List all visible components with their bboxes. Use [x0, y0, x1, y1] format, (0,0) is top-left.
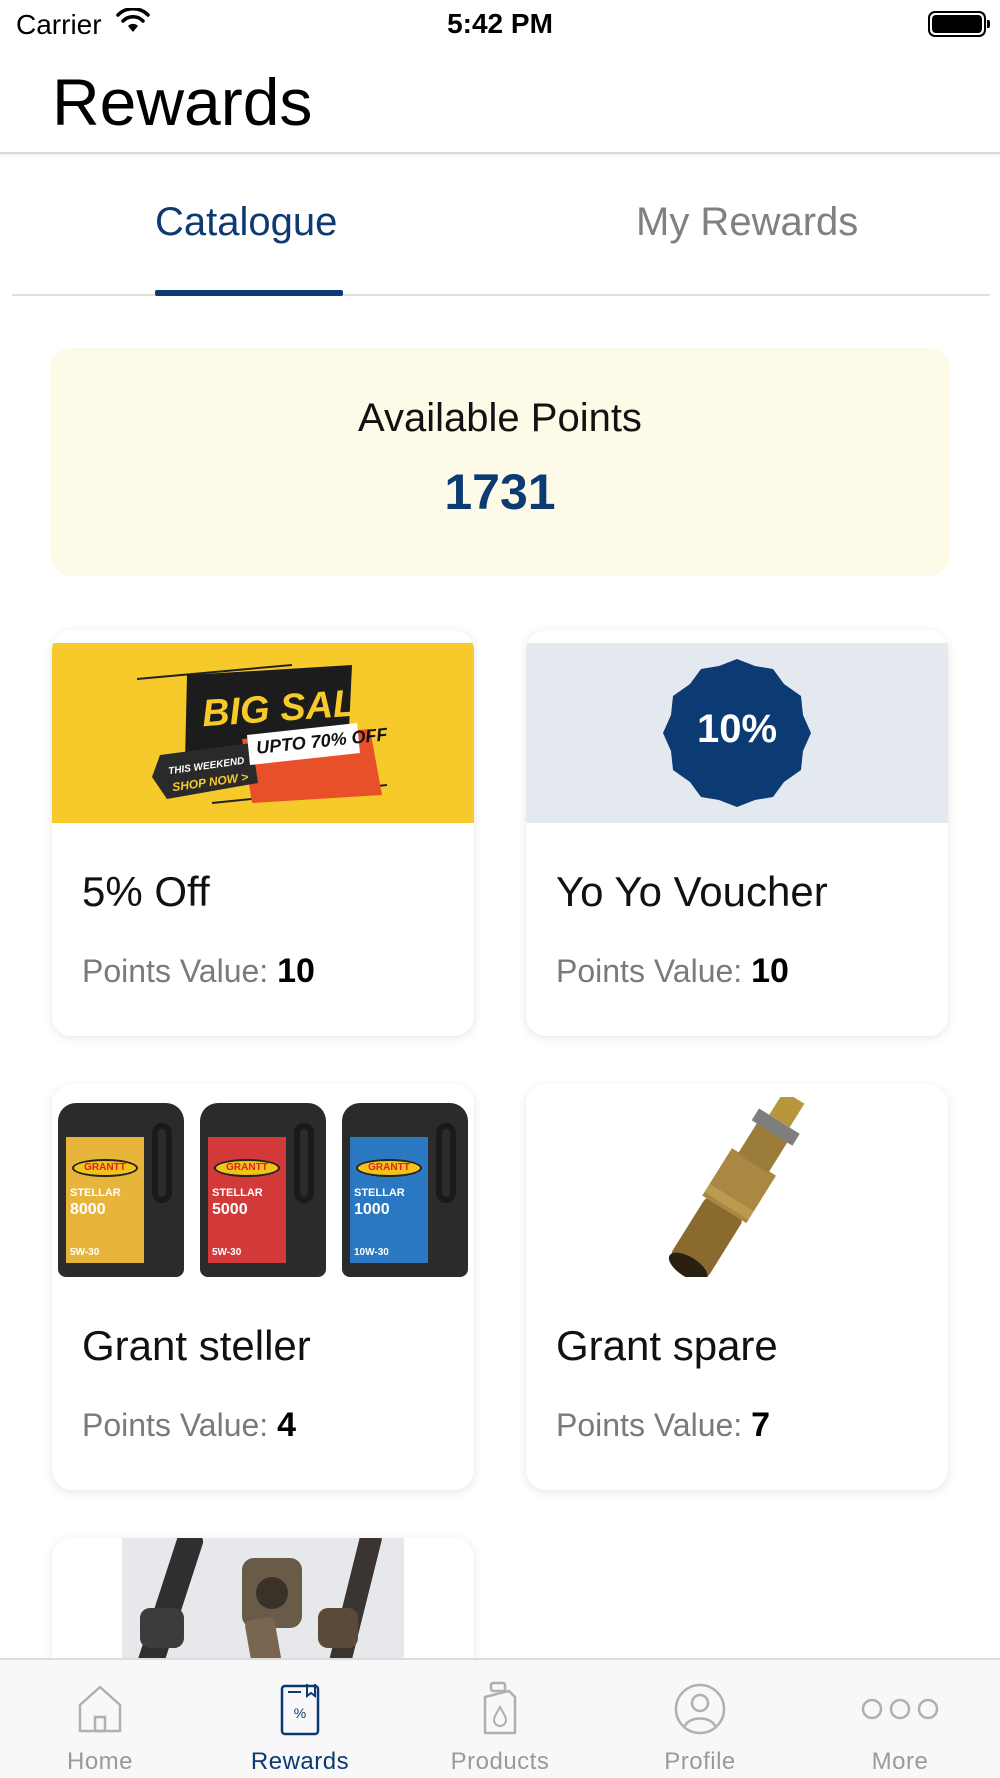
- available-points-card: Available Points 1731: [50, 348, 950, 576]
- reward-points: Points Value: 10: [82, 952, 315, 991]
- reward-title: Grant spare: [556, 1322, 778, 1369]
- status-bar: Carrier 5:42 PM: [0, 0, 1000, 52]
- profile-icon: [620, 1678, 780, 1740]
- reward-points: Points Value: 4: [82, 1406, 296, 1445]
- reward-card-5-off[interactable]: BIG SALE UPTO 70% OFF THIS WEEKEND SHOP …: [52, 630, 474, 1036]
- tab-home[interactable]: Home: [20, 1678, 180, 1776]
- bottom-tab-bar: Home % Rewards Products Profile More: [0, 1658, 1000, 1778]
- tab-label: Rewards: [250, 1748, 350, 1775]
- oil-can-model: 8000: [70, 1201, 106, 1218]
- rewards-icon: %: [220, 1678, 380, 1740]
- home-icon: [20, 1678, 180, 1740]
- tab-label: Home: [66, 1748, 134, 1775]
- tab-profile[interactable]: Profile: [620, 1678, 780, 1776]
- oil-can-name: STELLAR: [212, 1187, 263, 1199]
- oil-can-brand: GRANTT: [214, 1159, 280, 1177]
- tab-label: Profile: [664, 1748, 736, 1775]
- points-amount: 4: [277, 1406, 296, 1444]
- badge-text: 10%: [696, 707, 778, 751]
- reward-tabs: Catalogue My Rewards: [12, 156, 990, 296]
- points-amount: 7: [751, 1406, 770, 1444]
- reward-points: Points Value: 7: [556, 1406, 770, 1445]
- header: Rewards: [0, 52, 1000, 154]
- active-tab-indicator: [155, 290, 343, 296]
- reward-card-grant-steller[interactable]: GRANTT STELLAR 8000 5W-30 GRANTT STELLAR…: [52, 1084, 474, 1490]
- points-prefix: Points Value:: [82, 953, 269, 989]
- points-prefix: Points Value:: [82, 1407, 269, 1443]
- clock: 5:42 PM: [447, 8, 553, 39]
- tab-label: Products: [450, 1748, 550, 1775]
- oil-can: GRANTT STELLAR 8000 5W-30: [58, 1097, 184, 1277]
- oil-can-model: 1000: [354, 1201, 390, 1218]
- brass-fitting-image: [526, 1097, 948, 1277]
- points-prefix: Points Value:: [556, 1407, 743, 1443]
- reward-title: Grant steller: [82, 1322, 311, 1369]
- tab-more[interactable]: More: [820, 1678, 980, 1776]
- tab-catalogue[interactable]: Catalogue: [155, 200, 337, 245]
- oil-can-grade: 5W-30: [70, 1247, 100, 1258]
- tab-products[interactable]: Products: [420, 1678, 580, 1776]
- reward-title: Yo Yo Voucher: [556, 868, 828, 915]
- engine-oil-cans-image: GRANTT STELLAR 8000 5W-30 GRANTT STELLAR…: [52, 1097, 474, 1277]
- big-sale-banner-image: BIG SALE UPTO 70% OFF THIS WEEKEND SHOP …: [52, 643, 474, 823]
- oil-can-grade: 10W-30: [354, 1247, 389, 1258]
- oil-can: GRANTT STELLAR 5000 5W-30: [200, 1097, 326, 1277]
- tab-rewards[interactable]: % Rewards: [220, 1678, 380, 1776]
- reward-points: Points Value: 10: [556, 952, 789, 991]
- more-icon: [820, 1678, 980, 1740]
- tab-my-rewards[interactable]: My Rewards: [636, 200, 858, 245]
- oil-can-brand: GRANTT: [72, 1159, 138, 1177]
- oil-can-name: STELLAR: [70, 1187, 121, 1199]
- reward-card-yo-yo-voucher[interactable]: 10% Yo Yo Voucher Points Value: 10: [526, 630, 948, 1036]
- oil-can-name: STELLAR: [354, 1187, 405, 1199]
- oil-can-grade: 5W-30: [212, 1247, 242, 1258]
- page-title: Rewards: [52, 65, 313, 139]
- points-amount: 10: [751, 952, 789, 990]
- points-label: Available Points: [358, 396, 642, 440]
- oil-can-model: 5000: [212, 1201, 248, 1218]
- oil-can: GRANTT STELLAR 1000 10W-30: [342, 1097, 468, 1277]
- points-prefix: Points Value:: [556, 953, 743, 989]
- points-value: 1731: [444, 464, 556, 520]
- points-amount: 10: [277, 952, 315, 990]
- oil-can-brand: GRANTT: [356, 1159, 422, 1177]
- tab-label: More: [871, 1748, 929, 1775]
- svg-text:%: %: [294, 1705, 306, 1721]
- reward-title: 5% Off: [82, 868, 210, 915]
- battery-icon: [928, 11, 990, 37]
- discount-badge-image: 10%: [526, 643, 948, 823]
- products-icon: [420, 1678, 580, 1740]
- reward-card-grant-spare[interactable]: Grant spare Points Value: 7: [526, 1084, 948, 1490]
